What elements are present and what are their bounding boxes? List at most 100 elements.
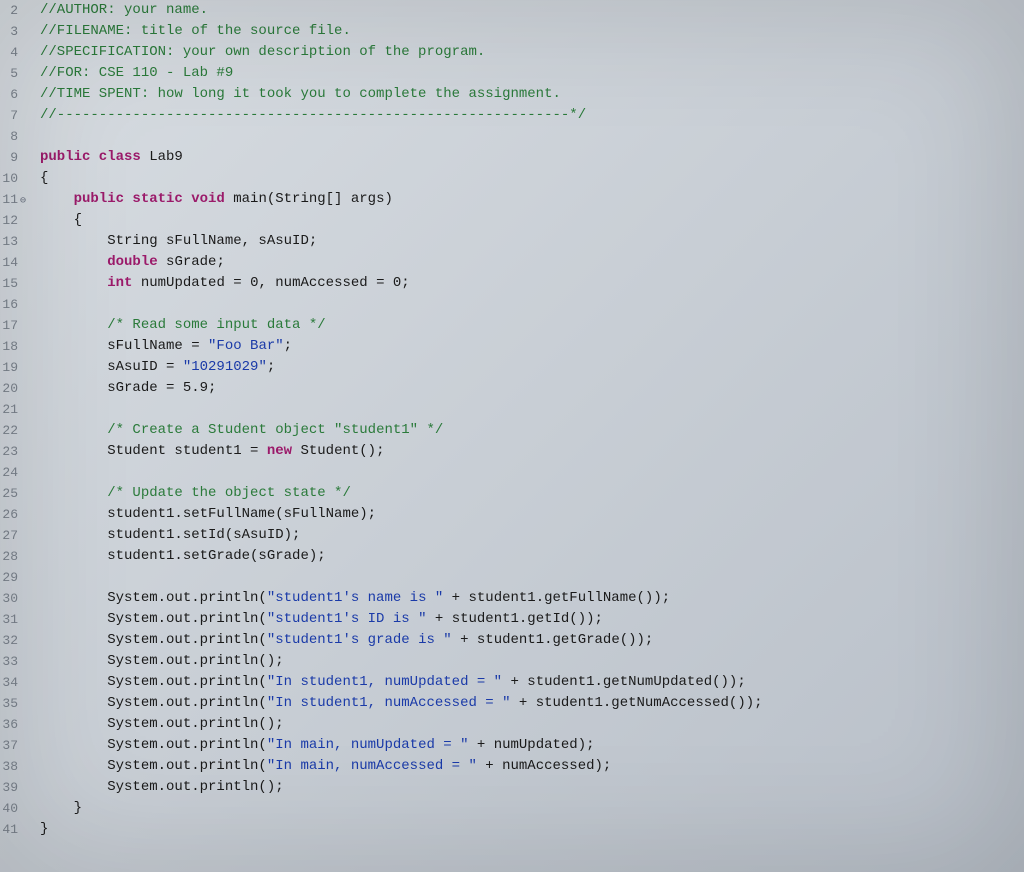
code-line[interactable]: student1.setId(sAsuID); [40, 525, 1024, 546]
line-number: 38 [0, 756, 28, 777]
line-number: 13 [0, 231, 28, 252]
line-number: 31 [0, 609, 28, 630]
code-line[interactable]: Student student1 = new Student(); [40, 441, 1024, 462]
code-token: sGrade; [158, 254, 225, 270]
fold-icon[interactable]: ⊖ [18, 191, 28, 212]
code-token: , numAccessed = [258, 275, 392, 291]
code-token [40, 254, 107, 270]
line-number: 5 [0, 63, 28, 84]
code-line[interactable]: System.out.println("student1's name is "… [40, 588, 1024, 609]
code-line[interactable]: { [40, 168, 1024, 189]
line-number: 7 [0, 105, 28, 126]
code-token: System.out.println( [40, 737, 267, 753]
code-token: "student1's name is " [267, 590, 443, 606]
code-line[interactable]: //FILENAME: title of the source file. [40, 21, 1024, 42]
code-token: "In student1, numUpdated = " [267, 674, 502, 690]
code-line[interactable]: public class Lab9 [40, 147, 1024, 168]
code-token: new [267, 443, 292, 459]
code-token: } [40, 821, 48, 837]
code-line[interactable]: sGrade = 5.9; [40, 378, 1024, 399]
line-number: 33 [0, 651, 28, 672]
code-line[interactable]: int numUpdated = 0, numAccessed = 0; [40, 273, 1024, 294]
line-number: 19 [0, 357, 28, 378]
code-line[interactable]: System.out.println("In student1, numUpda… [40, 672, 1024, 693]
code-line[interactable]: System.out.println("student1's ID is " +… [40, 609, 1024, 630]
code-line[interactable]: { [40, 210, 1024, 231]
code-token: ; [208, 380, 216, 396]
code-token: + student1.getNumAccessed()); [510, 695, 762, 711]
code-token: String sFullName, sAsuID; [40, 233, 317, 249]
line-number: 30 [0, 588, 28, 609]
code-line[interactable]: sFullName = "Foo Bar"; [40, 336, 1024, 357]
code-token: + student1.getNumUpdated()); [502, 674, 746, 690]
code-line[interactable]: //SPECIFICATION: your own description of… [40, 42, 1024, 63]
code-token: student1.setGrade(sGrade); [40, 548, 326, 564]
code-line[interactable]: student1.setFullName(sFullName); [40, 504, 1024, 525]
code-token: Student student1 = [40, 443, 267, 459]
code-line[interactable]: public static void main(String[] args) [40, 189, 1024, 210]
line-number: 11⊖ [0, 189, 28, 210]
code-token: + numUpdated); [468, 737, 594, 753]
code-token: ; [401, 275, 409, 291]
code-line[interactable]: //TIME SPENT: how long it took you to co… [40, 84, 1024, 105]
code-line[interactable]: /* Read some input data */ [40, 315, 1024, 336]
code-token: /* Create a Student object "student1" */ [107, 422, 443, 438]
code-token: public class [40, 149, 141, 165]
code-line[interactable]: System.out.println("student1's grade is … [40, 630, 1024, 651]
code-token: "student1's grade is " [267, 632, 452, 648]
code-line[interactable]: System.out.println("In main, numUpdated … [40, 735, 1024, 756]
code-token: sGrade = [40, 380, 183, 396]
line-number: 17 [0, 315, 28, 336]
code-line[interactable]: double sGrade; [40, 252, 1024, 273]
line-number: 26 [0, 504, 28, 525]
code-token: "In main, numAccessed = " [267, 758, 477, 774]
code-token: System.out.println(); [40, 779, 284, 795]
code-line[interactable]: sAsuID = "10291029"; [40, 357, 1024, 378]
line-number: 8 [0, 126, 28, 147]
code-token: System.out.println(); [40, 653, 284, 669]
code-token: + student1.getFullName()); [443, 590, 670, 606]
code-token: //--------------------------------------… [40, 107, 586, 123]
code-token: /* Update the object state */ [107, 485, 351, 501]
line-number: 35 [0, 693, 28, 714]
code-token: sFullName = [40, 338, 208, 354]
code-token: System.out.println(); [40, 716, 284, 732]
code-token: //FILENAME: title of the source file. [40, 23, 351, 39]
code-token: } [40, 800, 82, 816]
code-token: + numAccessed); [477, 758, 611, 774]
line-number: 25 [0, 483, 28, 504]
code-token: System.out.println( [40, 674, 267, 690]
code-editor[interactable]: 234567891011⊖121314151617181920212223242… [0, 0, 1024, 872]
code-line[interactable]: System.out.println(); [40, 651, 1024, 672]
code-line[interactable] [40, 462, 1024, 483]
line-number: 4 [0, 42, 28, 63]
line-number: 21 [0, 399, 28, 420]
code-line[interactable]: } [40, 798, 1024, 819]
code-token: 5.9 [183, 380, 208, 396]
code-line[interactable] [40, 126, 1024, 147]
code-line[interactable]: System.out.println("In main, numAccessed… [40, 756, 1024, 777]
line-number: 28 [0, 546, 28, 567]
line-number: 6 [0, 84, 28, 105]
code-line[interactable]: System.out.println(); [40, 777, 1024, 798]
code-line[interactable]: System.out.println("In student1, numAcce… [40, 693, 1024, 714]
code-token: Student(); [292, 443, 384, 459]
code-line[interactable]: //--------------------------------------… [40, 105, 1024, 126]
code-area[interactable]: //AUTHOR: your name. //FILENAME: title of… [36, 0, 1024, 872]
code-line[interactable]: System.out.println(); [40, 714, 1024, 735]
code-token: + student1.getId()); [426, 611, 602, 627]
code-line[interactable]: //FOR: CSE 110 - Lab #9 [40, 63, 1024, 84]
code-line[interactable] [40, 567, 1024, 588]
code-line[interactable]: //AUTHOR: your name. [40, 0, 1024, 21]
code-line[interactable] [40, 399, 1024, 420]
code-token: //TIME SPENT: how long it took you to co… [40, 86, 561, 102]
code-line[interactable]: String sFullName, sAsuID; [40, 231, 1024, 252]
code-line[interactable]: /* Create a Student object "student1" */ [40, 420, 1024, 441]
code-line[interactable]: /* Update the object state */ [40, 483, 1024, 504]
code-token: numUpdated = [132, 275, 250, 291]
code-line[interactable]: } [40, 819, 1024, 840]
code-line[interactable] [40, 294, 1024, 315]
code-token: //AUTHOR: your name. [40, 2, 208, 18]
code-line[interactable]: student1.setGrade(sGrade); [40, 546, 1024, 567]
line-number: 29 [0, 567, 28, 588]
